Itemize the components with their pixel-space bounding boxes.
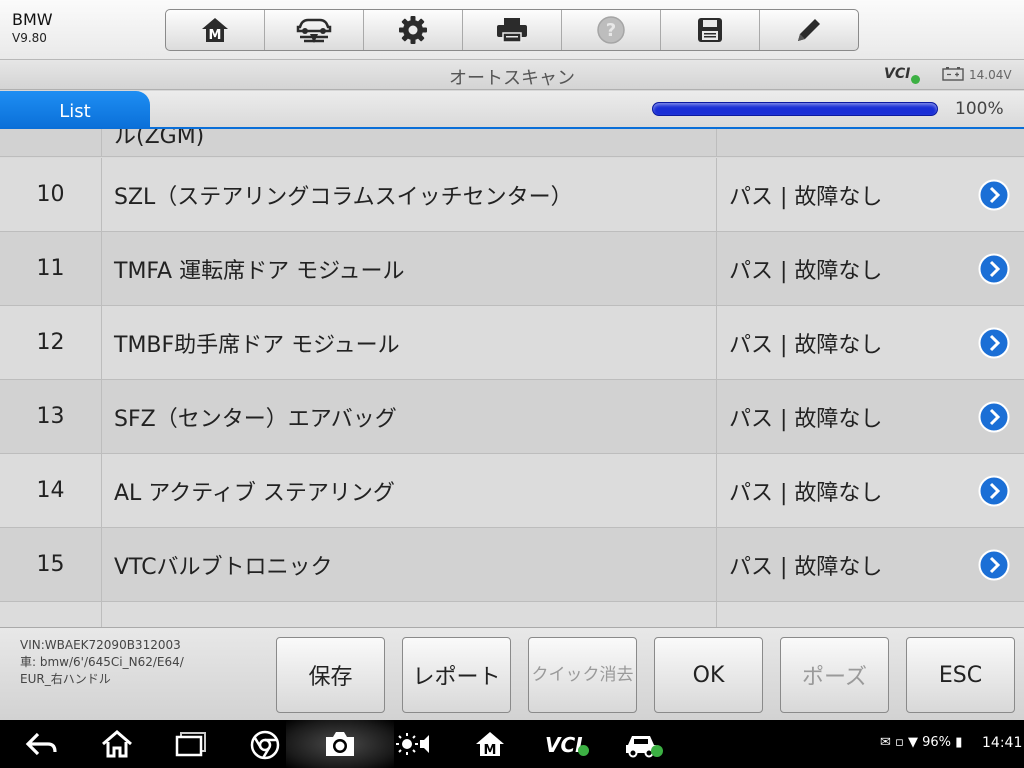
svg-text:M: M <box>209 28 222 43</box>
result-text <box>716 602 1024 627</box>
battery-percent: 96% <box>922 735 952 750</box>
save-disk-button[interactable] <box>661 10 760 50</box>
row-number <box>0 129 102 156</box>
print-button[interactable] <box>463 10 562 50</box>
m-home-icon: M <box>202 18 228 43</box>
settings-button[interactable] <box>364 10 463 50</box>
car-line-1: 車: bmw/6'/645Ci_N62/E64/ <box>20 655 184 669</box>
row-number: 10 <box>0 158 102 231</box>
printer-icon <box>497 18 527 43</box>
tab-row: List 100% <box>0 91 1024 129</box>
car-line-2: EUR_右ハンドル <box>20 672 111 686</box>
table-row[interactable]: 12 TMBF助手席ドア モジュール パス | 故障なし <box>0 306 1024 380</box>
tab-list[interactable]: List <box>0 91 150 129</box>
row-number: 14 <box>0 454 102 527</box>
detail-arrow-icon[interactable] <box>978 401 1010 433</box>
esc-button[interactable]: ESC <box>906 637 1015 713</box>
help-button[interactable]: ? <box>562 10 661 50</box>
progress-percent: 100% <box>955 99 1004 119</box>
table-row[interactable]: 14 AL アクティブ ステアリング パス | 故障なし <box>0 454 1024 528</box>
module-name: ル(ZGM) <box>114 129 205 149</box>
brand-name: BMW <box>12 10 53 29</box>
title-bar: オートスキャン <box>0 60 1024 90</box>
ok-button[interactable]: OK <box>654 637 763 713</box>
quick-erase-button[interactable]: クイック消去 <box>528 637 637 713</box>
row-number <box>0 602 102 627</box>
table-row[interactable]: 10 SZL（ステアリングコラムスイッチセンター） パス | 故障なし <box>0 158 1024 232</box>
floppy-icon <box>698 18 722 42</box>
table-row[interactable]: 11 TMFA 運転席ドア モジュール パス | 故障なし <box>0 232 1024 306</box>
module-name: SFZ（センター）エアバッグ <box>114 406 397 432</box>
detail-arrow-icon[interactable] <box>978 179 1010 211</box>
row-number: 12 <box>0 306 102 379</box>
svg-text:?: ? <box>606 20 616 41</box>
home-icon[interactable] <box>100 729 134 759</box>
maxisys-home-icon[interactable]: M <box>474 730 506 758</box>
detail-arrow-icon[interactable] <box>978 327 1010 359</box>
recent-apps-icon[interactable] <box>174 731 208 757</box>
row-number: 13 <box>0 380 102 453</box>
detail-arrow-icon[interactable] <box>978 475 1010 507</box>
row-number: 15 <box>0 528 102 601</box>
vci-nav-icon[interactable]: VCI <box>545 733 589 757</box>
vci-connected-icon <box>911 75 920 84</box>
vci-check-icon <box>578 745 589 756</box>
detail-arrow-icon[interactable] <box>978 253 1010 285</box>
table-row[interactable]: ル(ZGM) <box>0 129 1024 157</box>
vehicle-info: VIN:WBAEK72090B312003 車: bmw/6'/645Ci_N6… <box>20 637 184 688</box>
pencil-icon <box>798 19 820 41</box>
pause-button[interactable]: ポーズ <box>780 637 889 713</box>
battery-icon <box>942 67 964 81</box>
table-row[interactable]: 15 VTCバルブトロニック パス | 故障なし <box>0 528 1024 602</box>
report-button[interactable]: レポート <box>402 637 511 713</box>
module-name: TMBF助手席ドア モジュール <box>114 332 400 358</box>
camera-icon[interactable] <box>323 729 357 759</box>
table-row[interactable]: 13 SFZ（センター）エアバッグ パス | 故障なし <box>0 380 1024 454</box>
vci-status: VCI <box>884 66 920 84</box>
vci-label: VCI <box>884 66 911 82</box>
page-title: オートスキャン <box>449 68 575 89</box>
app-window: BMW V9.80 M ? オートスキャン VCI 14.04V List 10… <box>0 0 1024 768</box>
vehicle-swap-button[interactable] <box>265 10 364 50</box>
module-name: SZL（ステアリングコラムスイッチセンター） <box>114 184 573 210</box>
module-name: TMFA 運転席ドア モジュール <box>114 258 405 284</box>
system-nav-bar <box>0 720 1024 768</box>
edit-button[interactable] <box>760 10 858 50</box>
toolbar-button-group: M ? <box>165 9 859 51</box>
scan-result-list[interactable]: ル(ZGM) 10 SZL（ステアリングコラムスイッチセンター） パス | 故障… <box>0 129 1024 627</box>
home-button[interactable]: M <box>166 10 265 50</box>
chat-icon: ✉ <box>880 735 891 750</box>
car-connected-icon[interactable] <box>624 731 664 759</box>
vin-text: VIN:WBAEK72090B312003 <box>20 638 181 652</box>
bottom-action-bar: VIN:WBAEK72090B312003 車: bmw/6'/645Ci_N6… <box>0 627 1024 720</box>
row-number: 11 <box>0 232 102 305</box>
back-icon[interactable] <box>24 730 58 758</box>
brightness-volume-icon[interactable] <box>396 730 434 758</box>
voltage-readout: 14.04V <box>969 68 1012 82</box>
module-name <box>114 602 714 627</box>
wifi-icon: ▼ <box>908 735 918 750</box>
svg-text:M: M <box>484 743 497 758</box>
help-icon: ? <box>597 16 625 44</box>
no-sim-icon: ▫ <box>895 735 904 750</box>
clock: 14:41 <box>982 735 1023 751</box>
module-name: VTCバルブトロニック <box>114 554 333 580</box>
scan-progress-bar <box>652 102 938 116</box>
result-text <box>716 129 1024 156</box>
detail-arrow-icon[interactable] <box>978 549 1010 581</box>
car-swap-icon <box>296 18 332 43</box>
chrome-icon[interactable] <box>250 730 280 760</box>
save-button[interactable]: 保存 <box>276 637 385 713</box>
module-name: AL アクティブ ステアリング <box>114 480 395 506</box>
gear-icon <box>399 16 427 44</box>
top-toolbar: BMW V9.80 M ? <box>0 0 1024 60</box>
table-row[interactable] <box>0 602 1024 627</box>
app-version: V9.80 <box>12 31 47 45</box>
battery-level-icon: ▮ <box>955 735 963 750</box>
brand-block: BMW V9.80 <box>12 10 53 45</box>
status-icons: ✉ ▫ ▼ 96% ▮ <box>880 735 962 750</box>
